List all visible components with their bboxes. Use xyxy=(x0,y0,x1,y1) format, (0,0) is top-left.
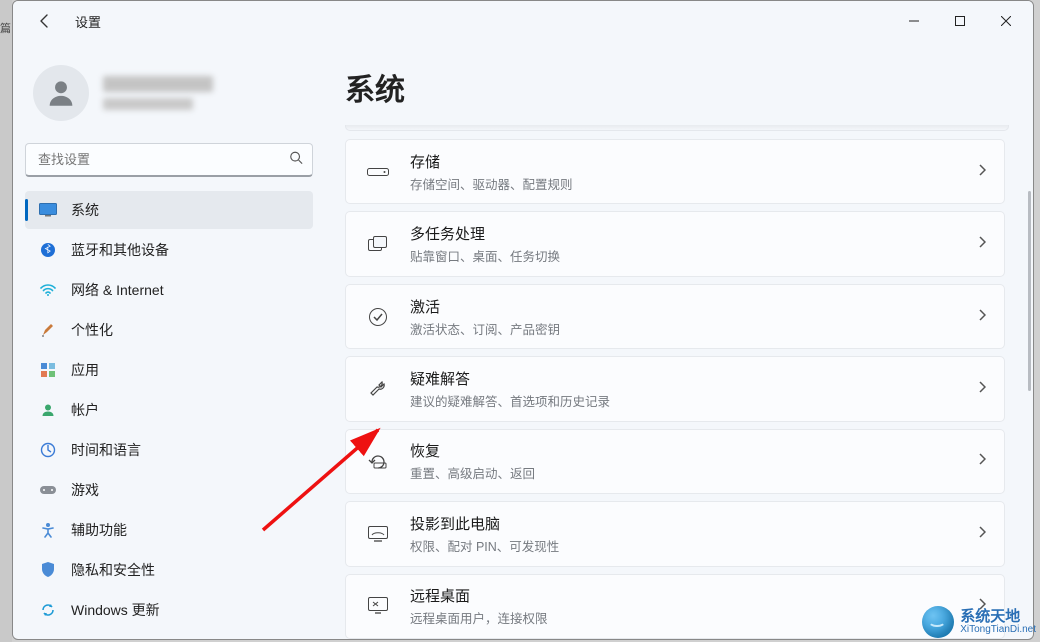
card-sub: 建议的疑难解答、首选项和历史记录 xyxy=(410,391,610,410)
chevron-right-icon xyxy=(978,452,986,470)
card-sub: 贴靠窗口、桌面、任务切换 xyxy=(410,246,560,265)
back-button[interactable] xyxy=(29,5,61,37)
card-troubleshoot[interactable]: 疑难解答建议的疑难解答、首选项和历史记录 xyxy=(345,356,1005,421)
wifi-icon xyxy=(39,281,57,299)
shield-icon xyxy=(39,561,57,579)
nav-system[interactable]: 系统 xyxy=(25,191,313,229)
card-activation[interactable]: 激活激活状态、订阅、产品密钥 xyxy=(345,284,1005,349)
nav-label: 帐户 xyxy=(71,400,99,420)
nav-personalization[interactable]: 个性化 xyxy=(25,311,313,349)
card-title: 多任务处理 xyxy=(410,223,560,244)
titlebar: 设置 xyxy=(13,1,1033,41)
minimize-button[interactable] xyxy=(891,5,937,37)
minimize-icon xyxy=(909,16,919,26)
search-icon xyxy=(289,151,303,170)
chevron-right-icon xyxy=(978,380,986,398)
window-title: 设置 xyxy=(75,12,101,31)
card-sub: 存储空间、驱动器、配置规则 xyxy=(410,174,573,193)
card-sub: 远程桌面用户，连接权限 xyxy=(410,608,548,627)
card-recovery[interactable]: 恢复重置、高级启动、返回 xyxy=(345,429,1005,494)
nav-accessibility[interactable]: 辅助功能 xyxy=(25,511,313,549)
profile-name-redacted xyxy=(103,76,213,92)
bluetooth-icon xyxy=(39,241,57,259)
nav-bluetooth[interactable]: 蓝牙和其他设备 xyxy=(25,231,313,269)
multitask-icon xyxy=(364,236,392,252)
projecting-icon xyxy=(364,526,392,542)
nav-apps[interactable]: 应用 xyxy=(25,351,313,389)
nav-privacy[interactable]: 隐私和安全性 xyxy=(25,551,313,589)
globe-icon xyxy=(922,606,954,638)
nav-label: 时间和语言 xyxy=(71,440,141,460)
display-icon xyxy=(39,201,57,219)
nav-label: 游戏 xyxy=(71,480,99,500)
nav-windows-update[interactable]: Windows 更新 xyxy=(25,591,313,629)
sidebar: 系统 蓝牙和其他设备 网络 & Internet 个性化 应用 xyxy=(13,41,325,639)
search-box xyxy=(25,143,313,177)
nav-label: 辅助功能 xyxy=(71,520,127,540)
watermark-label: 系统天地 xyxy=(960,609,1036,624)
page-title: 系统 xyxy=(345,65,1009,109)
nav-network[interactable]: 网络 & Internet xyxy=(25,271,313,309)
maximize-icon xyxy=(955,16,965,26)
clock-globe-icon xyxy=(39,441,57,459)
card-title: 疑难解答 xyxy=(410,368,610,389)
nav-label: 蓝牙和其他设备 xyxy=(71,240,169,260)
nav-list: 系统 蓝牙和其他设备 网络 & Internet 个性化 应用 xyxy=(25,191,313,629)
chevron-right-icon xyxy=(978,163,986,181)
profile-email-redacted xyxy=(103,98,193,110)
nav-accounts[interactable]: 帐户 xyxy=(25,391,313,429)
update-icon xyxy=(39,601,57,619)
nav-label: 隐私和安全性 xyxy=(71,560,155,580)
search-input[interactable] xyxy=(25,143,313,177)
card-projecting[interactable]: 投影到此电脑权限、配对 PIN、可发现性 xyxy=(345,501,1005,566)
watermark-url: XiTongTianDi.net xyxy=(960,624,1036,635)
nav-label: Windows 更新 xyxy=(71,600,160,620)
nav-label: 系统 xyxy=(71,200,99,220)
window-controls xyxy=(891,5,1029,37)
card-storage[interactable]: 存储存储空间、驱动器、配置规则 xyxy=(345,139,1005,204)
list-prev-cutoff xyxy=(345,125,1009,131)
card-title: 投影到此电脑 xyxy=(410,513,559,534)
chevron-right-icon xyxy=(978,525,986,543)
account-icon xyxy=(39,401,57,419)
nav-label: 个性化 xyxy=(71,320,113,340)
chevron-right-icon xyxy=(978,308,986,326)
scrollbar-thumb[interactable] xyxy=(1028,191,1031,391)
settings-window: 设置 xyxy=(12,0,1034,640)
person-icon xyxy=(44,76,78,110)
chevron-right-icon xyxy=(978,235,986,253)
recovery-icon xyxy=(364,452,392,470)
nav-gaming[interactable]: 游戏 xyxy=(25,471,313,509)
card-multitasking[interactable]: 多任务处理贴靠窗口、桌面、任务切换 xyxy=(345,211,1005,276)
nav-time-language[interactable]: 时间和语言 xyxy=(25,431,313,469)
watermark: 系统天地 XiTongTianDi.net xyxy=(922,606,1036,638)
check-circle-icon xyxy=(364,307,392,327)
apps-icon xyxy=(39,361,57,379)
maximize-button[interactable] xyxy=(937,5,983,37)
nav-label: 应用 xyxy=(71,360,99,380)
gamepad-icon xyxy=(39,481,57,499)
accessibility-icon xyxy=(39,521,57,539)
storage-icon xyxy=(364,166,392,178)
profile-text xyxy=(103,76,213,110)
card-sub: 重置、高级启动、返回 xyxy=(410,463,535,482)
wrench-icon xyxy=(364,379,392,399)
nav-label: 网络 & Internet xyxy=(71,280,164,300)
card-title: 远程桌面 xyxy=(410,585,548,606)
close-icon xyxy=(1001,16,1011,26)
card-title: 激活 xyxy=(410,296,560,317)
card-title: 存储 xyxy=(410,151,573,172)
settings-list: 存储存储空间、驱动器、配置规则 多任务处理贴靠窗口、桌面、任务切换 激活激活状态… xyxy=(345,139,1009,639)
card-title: 恢复 xyxy=(410,440,535,461)
card-remote-desktop[interactable]: 远程桌面远程桌面用户，连接权限 xyxy=(345,574,1005,639)
close-button[interactable] xyxy=(983,5,1029,37)
card-sub: 权限、配对 PIN、可发现性 xyxy=(410,536,559,555)
arrow-left-icon xyxy=(37,13,53,29)
main-content: 系统 存储存储空间、驱动器、配置规则 多任务处理贴靠窗口、桌面、任务切换 激活激… xyxy=(325,41,1033,639)
avatar xyxy=(33,65,89,121)
brush-icon xyxy=(39,321,57,339)
profile[interactable] xyxy=(25,57,313,139)
card-sub: 激活状态、订阅、产品密钥 xyxy=(410,319,560,338)
remote-desktop-icon xyxy=(364,597,392,615)
